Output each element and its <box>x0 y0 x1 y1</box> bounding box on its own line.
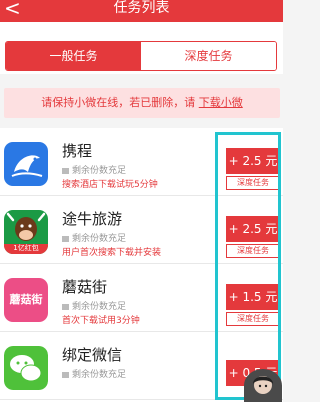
app-name: 途牛旅游 <box>62 210 123 228</box>
notice-text: 请保持小微在线，若已删除，请 <box>41 96 199 109</box>
page-title: 任务列表 <box>113 0 170 16</box>
app-name: 携程 <box>62 142 93 160</box>
remaining-count: 剩余份数充足 <box>62 299 126 312</box>
download-link[interactable]: 下载小微 <box>199 96 243 109</box>
tuniu-cow-icon: 1亿红包 <box>4 210 48 254</box>
icon-logo-text: 蘑菇街 <box>9 293 43 306</box>
wechat-icon <box>4 346 48 390</box>
task-description: 用户首次搜索下载并安装 <box>62 248 162 258</box>
reward-column-highlight <box>215 132 281 400</box>
notice-banner: 请保持小微在线，若已删除，请 下载小微 <box>4 88 280 118</box>
segmented-tabs: 一般任务 深度任务 <box>5 41 277 71</box>
mogujie-icon: 蘑菇街 <box>4 278 48 322</box>
ctrip-dolphin-icon <box>4 142 48 186</box>
app-name: 蘑菇街 <box>62 278 108 296</box>
task-description: 搜索酒店下载试玩5分钟 <box>62 180 158 190</box>
remaining-count: 剩余份数充足 <box>62 231 126 244</box>
avatar[interactable] <box>244 369 282 402</box>
remaining-count: 剩余份数充足 <box>62 163 126 176</box>
title-bar: < 任务列表 <box>0 0 283 22</box>
task-description: 首次下载试用3分钟 <box>62 316 140 326</box>
tab-bar: 一般任务 深度任务 <box>0 22 283 74</box>
remaining-count: 剩余份数充足 <box>62 367 126 380</box>
app-name: 绑定微信 <box>62 346 123 364</box>
icon-badge-text: 1亿红包 <box>13 244 39 252</box>
tab-deep-tasks[interactable]: 深度任务 <box>141 42 276 70</box>
tab-general-tasks[interactable]: 一般任务 <box>6 42 141 70</box>
